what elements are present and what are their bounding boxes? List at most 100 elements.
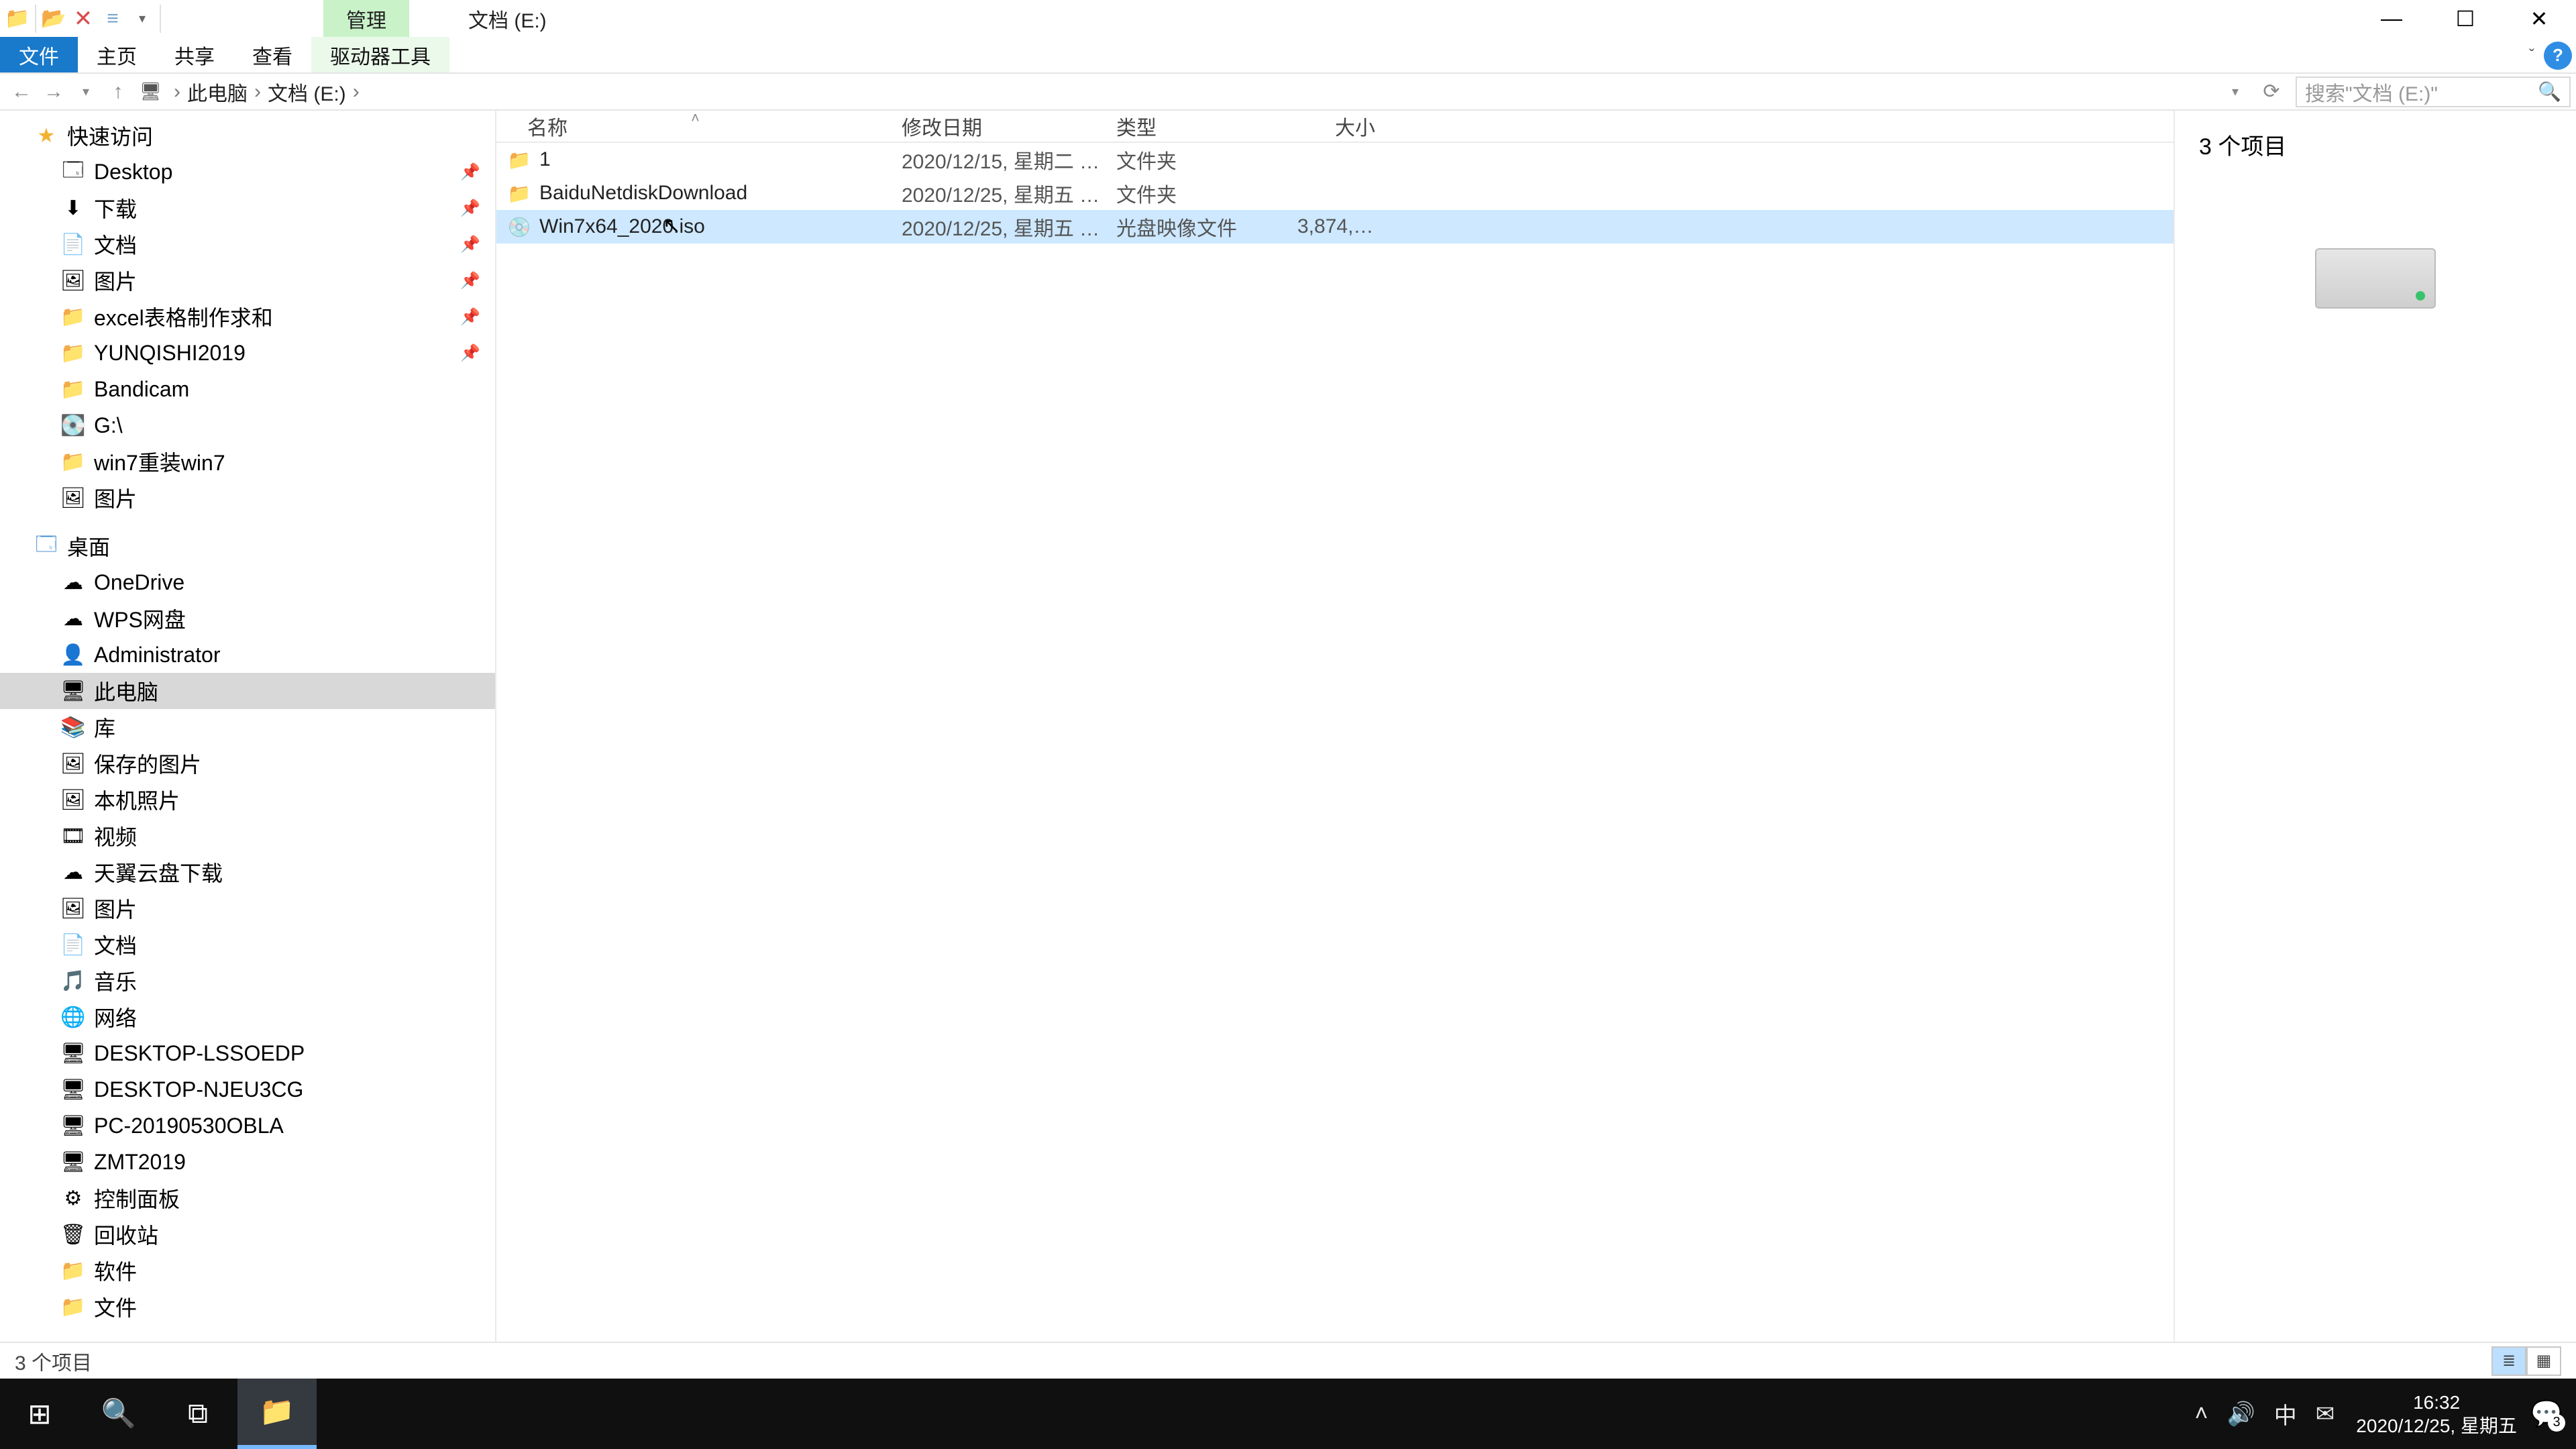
qat-delete-icon[interactable]: ✕ <box>68 5 98 32</box>
ime-indicator[interactable]: 中 <box>2274 1397 2297 1430</box>
nav-network-item[interactable]: 🖥ZMT2019 <box>0 1144 495 1180</box>
nav-desktop-item[interactable]: 👤Administrator <box>0 637 495 673</box>
action-center-button[interactable]: 💬3 <box>2526 1394 2567 1434</box>
nav-desktop-item[interactable]: 🖥此电脑 <box>0 673 495 709</box>
folder-icon: 📁 <box>507 182 531 205</box>
file-row[interactable]: 💿Win7x64_2020.iso2020/12/25, 星期五 1...光盘映… <box>496 210 2174 244</box>
recent-locations-dropdown-icon[interactable]: ▾ <box>70 76 102 108</box>
nav-label: 音乐 <box>94 965 137 996</box>
file-row[interactable]: 📁BaiduNetdiskDownload2020/12/25, 星期五 1..… <box>496 176 2174 210</box>
details-view-button[interactable]: ≣ <box>2491 1346 2526 1376</box>
taskbar-clock[interactable]: 16:32 2020/12/25, 星期五 <box>2347 1391 2526 1438</box>
nav-label: OneDrive <box>94 570 184 595</box>
nav-desktop[interactable]: 🗔桌面 <box>0 528 495 564</box>
address-dropdown-icon[interactable]: ▾ <box>2219 76 2251 108</box>
nav-network-item[interactable]: 🖥DESKTOP-NJEU3CG <box>0 1071 495 1108</box>
nav-quick-access-item[interactable]: 📁Bandicam <box>0 371 495 407</box>
item-icon: 📁 <box>60 1259 86 1283</box>
column-header-size[interactable]: 大小 <box>1288 111 1395 141</box>
nav-network-item[interactable]: 🖥DESKTOP-LSSOEDP <box>0 1035 495 1071</box>
column-header-date[interactable]: 修改日期 <box>892 111 1107 141</box>
tab-drive-tools[interactable]: 驱动器工具 <box>311 37 449 72</box>
volume-icon[interactable]: 🔊 <box>2226 1401 2255 1428</box>
nav-quick-access[interactable]: ★快速访问 <box>0 117 495 154</box>
search-button[interactable]: 🔍 <box>79 1379 158 1449</box>
task-view-button[interactable]: ⧉ <box>158 1379 237 1449</box>
address-segment-drive[interactable]: 文档 (E:) <box>268 77 346 107</box>
up-button[interactable]: ↑ <box>102 76 134 108</box>
start-button[interactable]: ⊞ <box>0 1379 79 1449</box>
nav-library-item[interactable]: ☁天翼云盘下载 <box>0 854 495 890</box>
address-chevron-icon[interactable]: › <box>248 80 268 103</box>
tray-app-icon[interactable]: ✉ <box>2316 1401 2335 1428</box>
nav-label: 网络 <box>94 1002 137 1032</box>
file-name: 1 <box>539 148 551 171</box>
nav-quick-access-item[interactable]: 📁YUNQISHI2019📌 <box>0 335 495 371</box>
refresh-button[interactable]: ⟳ <box>2255 76 2288 108</box>
minimize-button[interactable]: — <box>2355 0 2428 37</box>
maximize-button[interactable]: ☐ <box>2428 0 2502 37</box>
nav-desktop-item[interactable]: 📚库 <box>0 709 495 745</box>
nav-extra-item[interactable]: 🗑回收站 <box>0 1216 495 1252</box>
nav-network[interactable]: 🌐网络 <box>0 999 495 1035</box>
tab-file[interactable]: 文件 <box>0 37 78 72</box>
explorer-body: ★快速访问🗔Desktop📌⬇下载📌📄文档📌🖼图片📌📁excel表格制作求和📌📁… <box>0 111 2576 1342</box>
nav-desktop-item[interactable]: ☁WPS网盘 <box>0 600 495 637</box>
taskbar-explorer-button[interactable]: 📁 <box>237 1379 317 1449</box>
back-button[interactable]: ← <box>5 76 38 108</box>
nav-quick-access-item[interactable]: 📁excel表格制作求和📌 <box>0 299 495 335</box>
details-item-count: 3 个项目 <box>2199 128 2552 161</box>
ribbon-expand-icon[interactable]: ˇ <box>2529 46 2534 65</box>
desktop-icon: 🗔 <box>34 529 59 564</box>
address-chevron-icon[interactable]: › <box>346 80 366 103</box>
nav-library-item[interactable]: 🎵音乐 <box>0 963 495 999</box>
nav-library-item[interactable]: 🎞视频 <box>0 818 495 854</box>
tab-home[interactable]: 主页 <box>78 37 156 72</box>
pc-icon[interactable]: 🖥 <box>140 81 162 102</box>
item-icon: 📁 <box>60 450 86 474</box>
thumbnails-view-button[interactable]: ▦ <box>2526 1346 2561 1376</box>
tray-overflow-icon[interactable]: ˄ <box>2195 1401 2208 1427</box>
nav-quick-access-item[interactable]: 🖼图片 <box>0 480 495 516</box>
nav-quick-access-item[interactable]: 📁win7重装win7 <box>0 443 495 480</box>
address-chevron-icon[interactable]: › <box>167 80 187 103</box>
qat-open-folder-icon[interactable]: 📂 <box>39 5 68 32</box>
qat-customize-dropdown-icon[interactable]: ▾ <box>127 5 157 32</box>
search-input[interactable]: 搜索"文档 (E:)" 🔍 <box>2296 76 2571 107</box>
nav-quick-access-item[interactable]: 📄文档📌 <box>0 226 495 262</box>
nav-network-item[interactable]: 🖥PC-20190530OBLA <box>0 1108 495 1144</box>
nav-desktop-item[interactable]: ☁ OneDrive <box>0 564 495 600</box>
file-row[interactable]: 📁12020/12/15, 星期二 1...文件夹 <box>496 143 2174 176</box>
nav-label: 快速访问 <box>67 120 153 151</box>
nav-extra-item[interactable]: 📁文件 <box>0 1289 495 1325</box>
search-placeholder: 搜索"文档 (E:)" <box>2305 77 2438 107</box>
navigation-pane: ★快速访问🗔Desktop📌⬇下载📌📄文档📌🖼图片📌📁excel表格制作求和📌📁… <box>0 111 496 1342</box>
forward-button[interactable]: → <box>38 76 70 108</box>
nav-library-item[interactable]: 🖼图片 <box>0 890 495 926</box>
qat-properties-icon[interactable]: ≡ <box>98 5 127 32</box>
nav-library-item[interactable]: 📄文档 <box>0 926 495 963</box>
nav-quick-access-item[interactable]: ⬇下载📌 <box>0 190 495 226</box>
help-icon[interactable]: ? <box>2544 42 2572 70</box>
close-button[interactable]: ✕ <box>2502 0 2576 37</box>
qat-app-icon[interactable]: 📁 <box>3 5 32 32</box>
item-icon: 🎞 <box>60 824 86 848</box>
nav-quick-access-item[interactable]: 💽G:\ <box>0 407 495 443</box>
computer-icon: 🖥 <box>60 1114 86 1138</box>
item-icon: 🗔 <box>60 155 86 189</box>
nav-quick-access-item[interactable]: 🖼图片📌 <box>0 262 495 299</box>
nav-library-item[interactable]: 🖼保存的图片 <box>0 745 495 782</box>
nav-library-item[interactable]: 🖼本机照片 <box>0 782 495 818</box>
nav-label: 文档 <box>94 229 137 260</box>
nav-extra-item[interactable]: 📁软件 <box>0 1252 495 1289</box>
column-header-type[interactable]: 类型 <box>1107 111 1288 141</box>
tab-share[interactable]: 共享 <box>156 37 233 72</box>
contextual-tab-manage[interactable]: 管理 <box>323 0 409 37</box>
search-icon[interactable]: 🔍 <box>2538 80 2561 103</box>
address-segment-this-pc[interactable]: 此电脑 <box>187 77 248 107</box>
nav-quick-access-item[interactable]: 🗔Desktop📌 <box>0 154 495 190</box>
tab-view[interactable]: 查看 <box>233 37 311 72</box>
computer-icon: 🖥 <box>60 1042 86 1065</box>
nav-extra-item[interactable]: ⚙控制面板 <box>0 1180 495 1216</box>
item-icon: ☁ <box>60 571 86 594</box>
